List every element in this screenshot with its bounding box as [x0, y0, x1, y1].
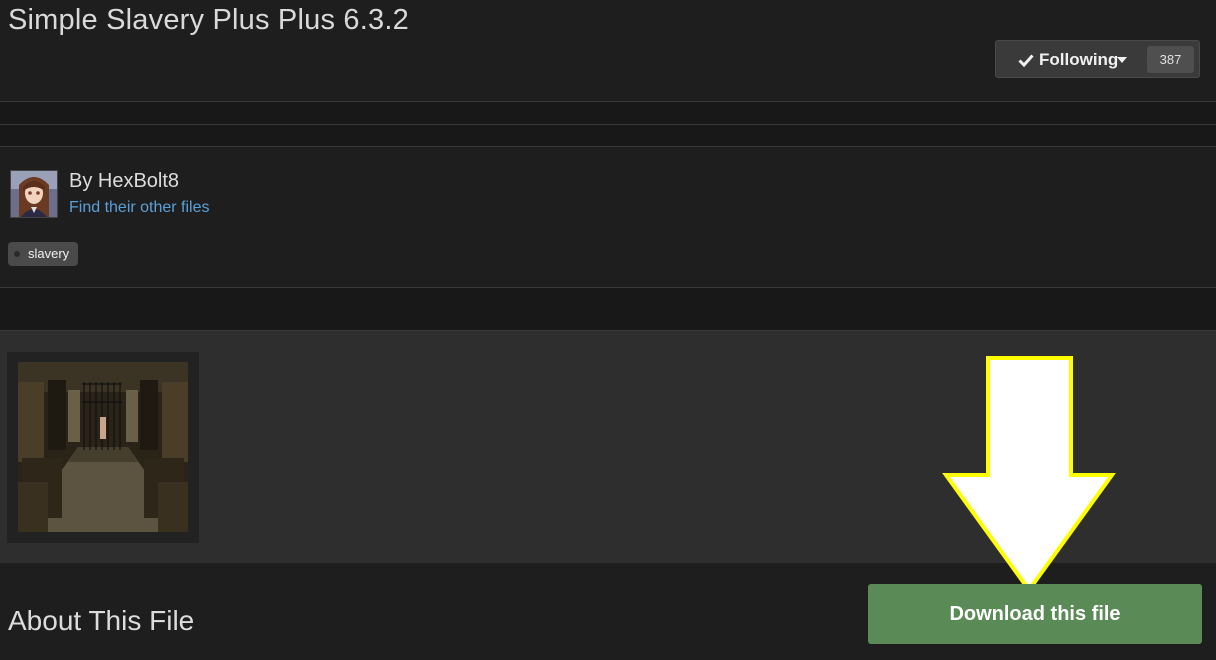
screenshot-thumbnail[interactable] [18, 362, 188, 532]
about-heading: About This File [8, 605, 195, 636]
other-files-link[interactable]: Find their other files [69, 199, 210, 217]
section-band [0, 125, 1216, 146]
section-band [0, 102, 1216, 124]
check-icon [1018, 54, 1034, 67]
caret-down-icon [1117, 57, 1127, 63]
download-button[interactable]: Download this file [868, 584, 1202, 644]
divider [0, 146, 1216, 147]
avatar[interactable] [10, 170, 58, 218]
author-byline: By HexBolt8 [69, 170, 180, 192]
follow-button[interactable]: Following 387 [995, 40, 1200, 78]
tag-label: slavery [28, 246, 70, 261]
down-arrow-annotation [942, 356, 1116, 594]
tag-slavery[interactable]: slavery [8, 242, 79, 266]
follower-count: 387 [1147, 46, 1194, 73]
page-title: Simple Slavery Plus Plus 6.3.2 [8, 4, 409, 36]
section-band [0, 288, 1216, 330]
follow-label: Following [1039, 50, 1119, 69]
tag-icon [14, 251, 20, 257]
